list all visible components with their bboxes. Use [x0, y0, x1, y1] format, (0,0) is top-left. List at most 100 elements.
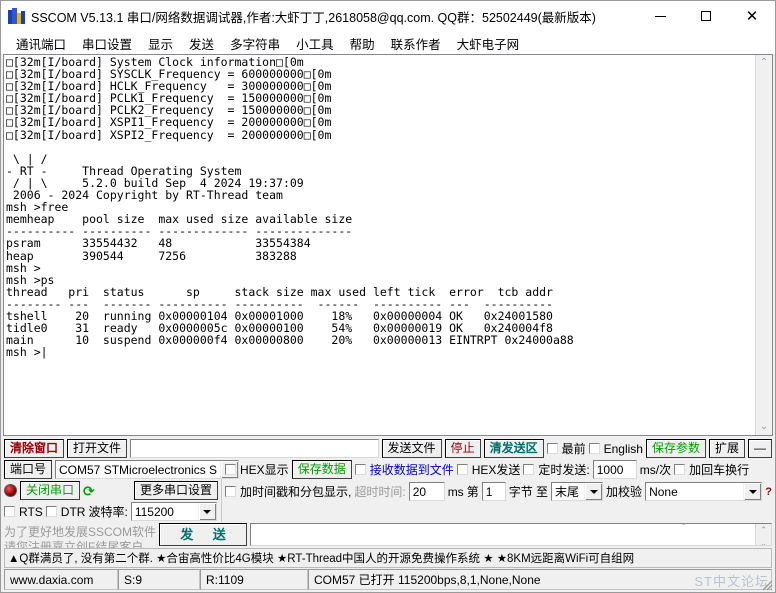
resize-grip-icon[interactable] [759, 577, 773, 591]
port-label: 端口号 [4, 460, 53, 479]
menu-item-contact[interactable]: 联系作者 [383, 33, 449, 54]
clear-send-area-button[interactable]: 清发送区 [483, 439, 544, 458]
checkbox-box[interactable] [45, 506, 57, 517]
rts-checkbox[interactable]: RTS [4, 505, 43, 519]
close-button[interactable]: ✕ [729, 1, 775, 31]
checkbox-box[interactable] [456, 464, 468, 475]
menu-item-multistring[interactable]: 多字符串 [222, 33, 288, 54]
stop-button[interactable]: 停止 [444, 439, 481, 458]
byte-prefix-label: 第 [466, 485, 479, 499]
port-control-row: 关闭串口 ⟳ 更多串口设置 [4, 481, 218, 500]
english-checkbox[interactable]: English [588, 442, 643, 456]
status-site[interactable]: www.daxia.com [4, 569, 118, 590]
checksum-label: 加校验 [606, 485, 643, 499]
refresh-icon[interactable]: ⟳ [83, 484, 95, 498]
checkbox-box[interactable] [225, 486, 236, 497]
timed-send-checkbox[interactable]: 定时发送: [523, 461, 590, 478]
dtr-label: DTR [60, 504, 86, 519]
scroll-up-icon[interactable]: ⌃ [760, 524, 768, 537]
send-textarea[interactable] [251, 524, 755, 545]
timestamp-label: 加时间戳和分包显示, [240, 485, 352, 499]
checkbox-box[interactable] [546, 443, 558, 454]
port-row: 端口号 COM57 STMicroelectronics S [4, 460, 240, 479]
window-controls: ✕ [637, 1, 775, 31]
hex-send-label: HEX发送 [471, 463, 521, 477]
save-data-button[interactable]: 保存数据 [291, 460, 352, 479]
menu-item-comm-port[interactable]: 通讯端口 [8, 33, 74, 54]
help-marker-icon[interactable]: ? [765, 486, 772, 498]
clear-window-button[interactable]: 清除窗口 [4, 439, 65, 458]
port-value: COM57 STMicroelectronics S [59, 463, 218, 477]
menu-item-daxia[interactable]: 大虾电子网 [449, 33, 528, 54]
send-button[interactable]: 发 送 [159, 523, 247, 546]
promo-text: 为了更好地发展SSCOM软件 请您注册嘉立创F结尾客户 [4, 523, 157, 554]
file-path-input[interactable] [130, 439, 379, 458]
chevron-down-icon[interactable] [743, 483, 762, 500]
terminal-output[interactable]: □[32m[I/board] System Clock information□… [4, 55, 755, 435]
hex-display-checkbox[interactable]: HEX显示 [225, 461, 289, 478]
timeout-input[interactable] [408, 482, 445, 501]
menu-item-serial-settings[interactable]: 串口设置 [74, 33, 140, 54]
sscom-window: SSCOM V5.13.1 串口/网络数据调试器,作者:大虾丁丁,2618058… [0, 0, 776, 593]
scroll-down-icon[interactable]: ⌄ [760, 537, 768, 545]
extend-button[interactable]: 扩展 [708, 439, 745, 458]
byte-end-value: 末尾 [555, 485, 580, 499]
hex-send-checkbox[interactable]: HEX发送 [456, 461, 521, 478]
timestamp-checkbox[interactable]: 加时间戳和分包显示, [225, 483, 351, 500]
timed-send-label: 定时发送: [538, 463, 590, 477]
checkbox-box[interactable] [588, 443, 600, 454]
baud-label: 波特率: [88, 505, 128, 519]
save-params-button[interactable]: 保存参数 [645, 439, 706, 458]
ad-banner[interactable]: ▲Q群满员了, 没有第二个群. ★合宙高性价比4G模块 ★RT-Thread中国… [4, 548, 772, 568]
topmost-checkbox[interactable]: 最前 [546, 440, 586, 457]
timeout-label: 超时时间: [354, 485, 406, 499]
status-led-icon [4, 484, 17, 497]
checkbox-box[interactable] [225, 464, 236, 475]
menu-item-send[interactable]: 发送 [181, 33, 222, 54]
ad-banner-text: ▲Q群满员了, 没有第二个群. ★合宙高性价比4G模块 ★RT-Thread中国… [8, 553, 635, 565]
baud-select[interactable]: 115200 [130, 502, 217, 521]
chevron-down-icon[interactable] [197, 503, 216, 520]
checkbox-box[interactable] [523, 464, 535, 475]
close-port-button[interactable]: 关闭串口 [20, 481, 81, 500]
add-crlf-checkbox[interactable]: 加回车换行 [674, 461, 749, 478]
checkbox-box[interactable] [4, 506, 15, 517]
window-title: SSCOM V5.13.1 串口/网络数据调试器,作者:大虾丁丁,2618058… [31, 10, 596, 25]
add-crlf-label: 加回车换行 [689, 463, 750, 477]
serial-settings-panel: 端口号 COM57 STMicroelectronics S 关闭串口 ⟳ 更多… [4, 460, 240, 522]
send-textarea-wrap: ⌃ ⌄ [250, 523, 772, 546]
hex-display-label: HEX显示 [240, 463, 289, 477]
scroll-down-icon[interactable]: ⌄ [760, 419, 768, 435]
dtr-checkbox[interactable]: DTR [45, 504, 86, 519]
menu-bar: 通讯端口 串口设置 显示 发送 多字符串 小工具 帮助 联系作者 大虾电子网 [1, 32, 775, 54]
timeout-unit-label: ms [447, 484, 464, 499]
menu-item-tools[interactable]: 小工具 [288, 33, 342, 54]
checksum-select[interactable]: None [645, 482, 763, 501]
terminal-text: □[32m[I/board] System Clock information□… [6, 55, 574, 360]
checkbox-box[interactable] [354, 464, 366, 475]
chevron-down-icon[interactable] [584, 483, 603, 500]
recv-to-file-checkbox[interactable]: 接收数据到文件 [354, 461, 454, 478]
menu-item-help[interactable]: 帮助 [342, 33, 383, 54]
promo-line-1: 为了更好地发展SSCOM软件 [4, 525, 157, 539]
byte-index-input[interactable] [481, 482, 506, 501]
status-sent-count: S:9 [118, 569, 200, 590]
more-serial-settings-button[interactable]: 更多串口设置 [133, 481, 218, 500]
send-file-button[interactable]: 发送文件 [381, 439, 442, 458]
timed-unit-label: ms/次 [639, 463, 672, 477]
maximize-button[interactable] [683, 1, 729, 31]
collapse-button[interactable]: — [748, 439, 772, 458]
minimize-button[interactable] [637, 1, 683, 31]
terminal-scrollbar[interactable]: ⌃ ⌄ [755, 55, 772, 435]
maximize-icon [701, 11, 711, 21]
timed-interval-input[interactable] [592, 460, 637, 479]
rts-label: RTS [19, 504, 43, 519]
menu-item-display[interactable]: 显示 [140, 33, 181, 54]
send-panel: 为了更好地发展SSCOM软件 请您注册嘉立创F结尾客户 发 送 ⌃ ⌄ [1, 522, 775, 554]
send-scrollbar[interactable]: ⌃ ⌄ [755, 524, 771, 545]
scroll-up-icon[interactable]: ⌃ [760, 55, 768, 71]
port-select[interactable]: COM57 STMicroelectronics S [55, 460, 240, 479]
checkbox-box[interactable] [674, 464, 686, 475]
byte-end-select[interactable]: 末尾 [551, 482, 604, 501]
open-file-button[interactable]: 打开文件 [67, 439, 128, 458]
